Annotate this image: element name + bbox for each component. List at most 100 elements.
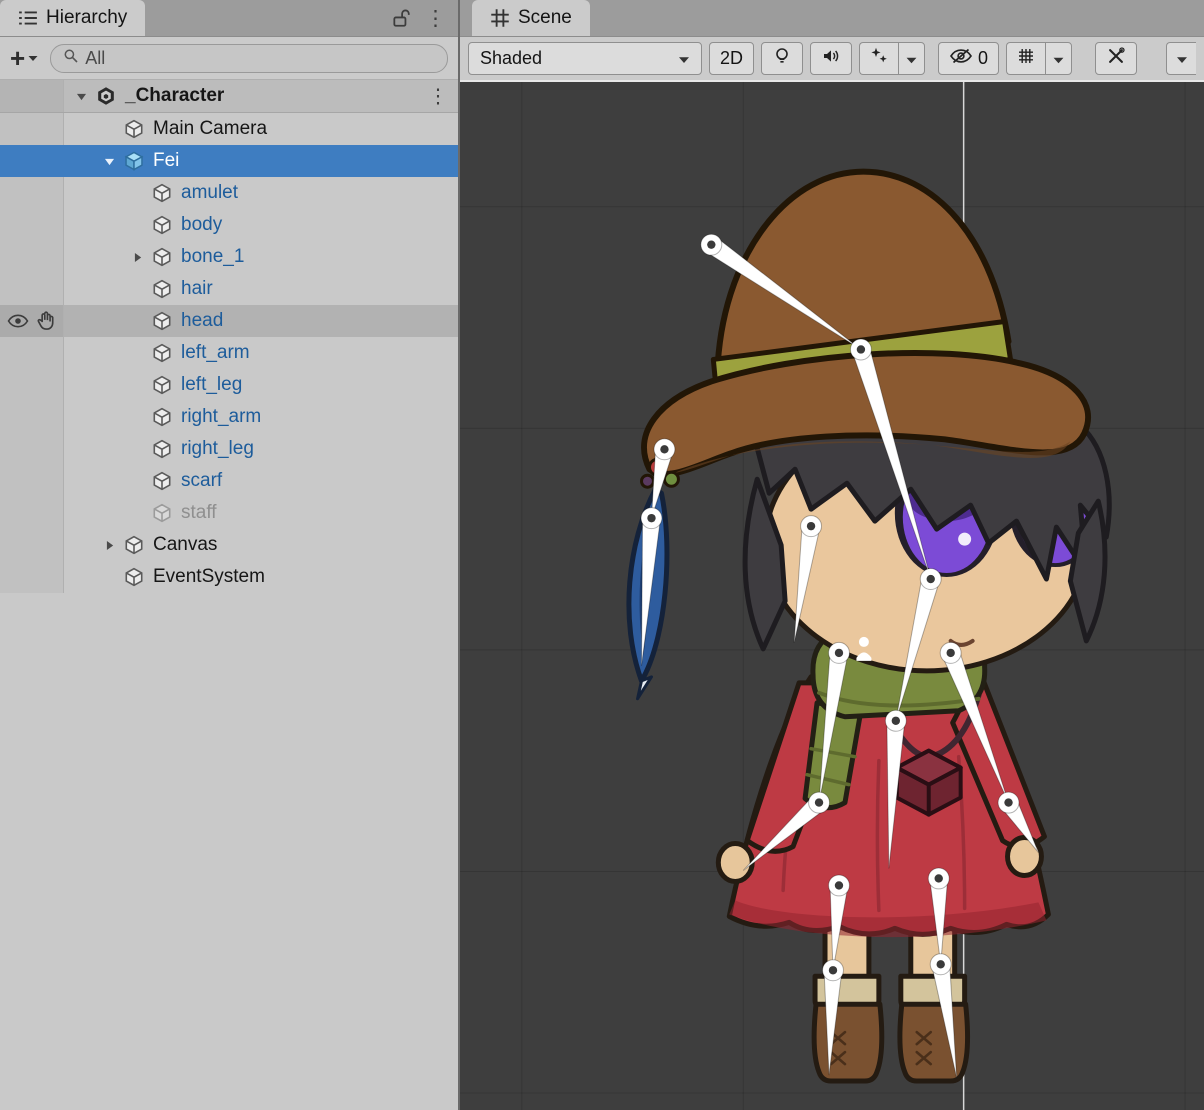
- scene-lighting-toggle[interactable]: [761, 42, 803, 75]
- hierarchy-item-eventsystem[interactable]: EventSystem: [0, 561, 458, 593]
- bone-joint-center: [660, 445, 668, 453]
- hierarchy-item-left_arm[interactable]: left_arm: [0, 337, 458, 369]
- hierarchy-item-fei[interactable]: Fei: [0, 145, 458, 177]
- scene-grid-icon: [490, 8, 510, 28]
- hierarchy-tab-actions: ⋮: [391, 0, 458, 36]
- cube-icon: [122, 533, 146, 557]
- foldout-expanded-icon[interactable]: [96, 155, 122, 168]
- hierarchy-item-bone_1[interactable]: bone_1: [0, 241, 458, 273]
- item-label: head: [181, 310, 223, 332]
- item-kebab-menu-icon[interactable]: ⋮: [428, 84, 448, 109]
- row-gutter: [0, 465, 64, 497]
- unity-editor-window: Hierarchy ⋮ + All _: [0, 0, 1204, 1110]
- bone-joint-center: [829, 966, 837, 974]
- lightbulb-icon: [772, 46, 792, 71]
- hierarchy-item-hair[interactable]: hair: [0, 273, 458, 305]
- unity-logo-icon: [94, 84, 118, 108]
- foldout-expanded-icon[interactable]: [68, 90, 94, 103]
- character-sprite[interactable]: [629, 172, 1109, 1081]
- bone-joint-center: [946, 649, 954, 657]
- scene-effects-dropdown[interactable]: [898, 42, 925, 75]
- item-label: Canvas: [153, 534, 217, 556]
- tab-hierarchy[interactable]: Hierarchy: [0, 0, 145, 36]
- row-gutter: [0, 273, 64, 305]
- item-label: bone_1: [181, 246, 244, 268]
- row-gutter: [0, 369, 64, 401]
- chevron-down-icon: [28, 49, 38, 67]
- toolbar-overflow-dropdown[interactable]: [1166, 42, 1196, 75]
- cube-icon: [150, 309, 174, 333]
- hierarchy-item-left_leg[interactable]: left_leg: [0, 369, 458, 401]
- bone-joint-center: [807, 522, 815, 530]
- sparkle-stars-icon: [869, 46, 889, 71]
- bone-joint-center: [815, 798, 823, 806]
- crossed-tools-icon: [1106, 46, 1126, 71]
- bone-joint-center: [927, 575, 935, 583]
- tab-label: Hierarchy: [46, 7, 127, 29]
- hidden-objects-toggle[interactable]: 0: [938, 42, 999, 75]
- hierarchy-list-icon: [18, 8, 38, 28]
- hand-icon[interactable]: [35, 310, 57, 332]
- cube-icon: [122, 117, 146, 141]
- item-label: hair: [181, 278, 213, 300]
- item-label: left_leg: [181, 374, 242, 396]
- row-gutter: [0, 145, 64, 177]
- projection-2d-label: 2D: [720, 48, 743, 69]
- item-label: right_arm: [181, 406, 261, 428]
- item-label: amulet: [181, 182, 238, 204]
- hierarchy-item-staff[interactable]: staff: [0, 497, 458, 529]
- foldout-collapsed-icon[interactable]: [124, 251, 150, 264]
- hierarchy-item-right_arm[interactable]: right_arm: [0, 401, 458, 433]
- hierarchy-item-head[interactable]: head: [0, 305, 458, 337]
- draw-mode-dropdown[interactable]: Shaded: [468, 42, 702, 75]
- hierarchy-tabstrip: Hierarchy ⋮: [0, 0, 458, 37]
- row-gutter: [0, 177, 64, 209]
- row-gutter: [0, 401, 64, 433]
- grid-settings-dropdown[interactable]: [1045, 42, 1072, 75]
- hierarchy-search-input[interactable]: All: [50, 44, 448, 73]
- cube-icon: [150, 469, 174, 493]
- hierarchy-item-main-camera[interactable]: Main Camera: [0, 113, 458, 145]
- add-gameobject-button[interactable]: +: [10, 45, 38, 71]
- eye-hidden-icon: [949, 48, 973, 69]
- grid-visibility-toggle[interactable]: [1006, 42, 1045, 75]
- row-gutter: [0, 305, 64, 337]
- cube-icon: [150, 213, 174, 237]
- cube-icon: [150, 373, 174, 397]
- hierarchy-item-body[interactable]: body: [0, 209, 458, 241]
- hierarchy-item-canvas[interactable]: Canvas: [0, 529, 458, 561]
- kebab-menu-icon[interactable]: ⋮: [425, 8, 446, 29]
- speaker-icon: [821, 46, 841, 71]
- chevron-down-icon: [906, 48, 917, 69]
- cube-icon: [150, 245, 174, 269]
- cube-icon: [150, 341, 174, 365]
- lock-icon[interactable]: [391, 8, 411, 28]
- character-right-hand: [1008, 838, 1042, 876]
- bone-joint-center: [857, 345, 865, 353]
- hierarchy-item-scarf[interactable]: scarf: [0, 465, 458, 497]
- scene-effects-toggle[interactable]: [859, 42, 898, 75]
- hierarchy-item-right_leg[interactable]: right_leg: [0, 433, 458, 465]
- chevron-down-icon: [678, 48, 690, 69]
- row-gutter: [0, 209, 64, 241]
- row-gutter: [0, 241, 64, 273]
- cube-icon: [150, 181, 174, 205]
- foldout-collapsed-icon[interactable]: [96, 539, 122, 552]
- eye-icon[interactable]: [7, 310, 29, 332]
- hierarchy-tree: _Character⋮Main CameraFei amulet body bone_…: [0, 80, 458, 1110]
- cube-icon: [150, 277, 174, 301]
- character-head: [629, 172, 1109, 699]
- item-label: left_arm: [181, 342, 250, 364]
- hierarchy-item-amulet[interactable]: amulet: [0, 177, 458, 209]
- scene-viewport[interactable]: [460, 82, 1204, 1110]
- projection-2d-toggle[interactable]: 2D: [709, 42, 754, 75]
- component-tools-button[interactable]: [1095, 42, 1137, 75]
- hierarchy-item-_character[interactable]: _Character⋮: [0, 80, 458, 113]
- tab-scene[interactable]: Scene: [472, 0, 590, 36]
- cube-icon: [150, 405, 174, 429]
- search-icon: [63, 48, 79, 69]
- row-gutter: [0, 433, 64, 465]
- tab-label: Scene: [518, 7, 572, 29]
- scene-audio-toggle[interactable]: [810, 42, 852, 75]
- prefab-cube-icon: [122, 149, 146, 173]
